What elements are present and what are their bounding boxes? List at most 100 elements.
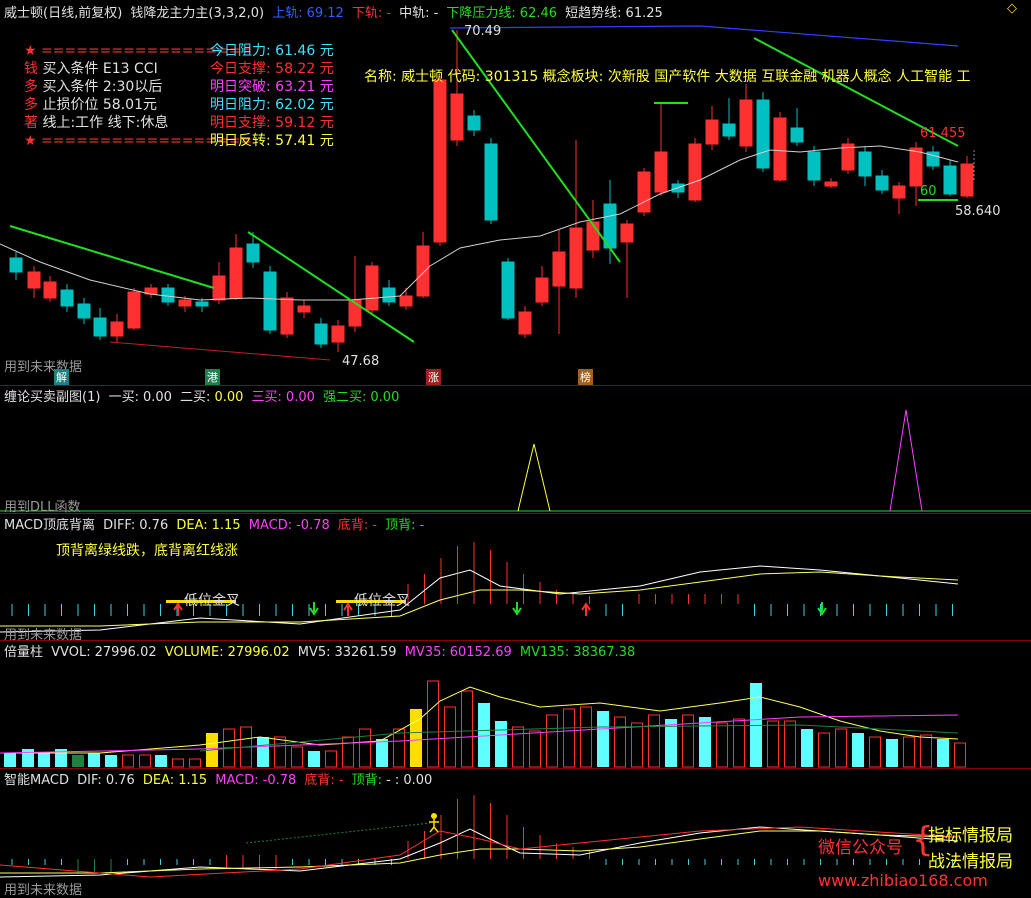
candle bbox=[620, 220, 634, 298]
candle bbox=[297, 300, 311, 318]
tomorrow-support: 明日支撑: 59.12 元 bbox=[210, 115, 334, 131]
arrow-up-icon bbox=[581, 602, 591, 616]
volume-bar bbox=[818, 732, 830, 768]
tag-gang[interactable]: 港 bbox=[205, 369, 220, 385]
candle bbox=[739, 84, 753, 152]
tag-bang[interactable]: 榜 bbox=[578, 369, 593, 385]
candle bbox=[433, 76, 447, 246]
pressure-line-3 bbox=[451, 29, 621, 263]
volume-bar bbox=[784, 720, 796, 768]
candle bbox=[416, 232, 430, 298]
candle bbox=[552, 230, 566, 334]
candle bbox=[705, 106, 719, 150]
candle bbox=[43, 276, 57, 302]
volume-bar bbox=[257, 737, 269, 767]
volume-bar bbox=[767, 720, 779, 768]
future-data-note: 用到未来数据 bbox=[4, 360, 83, 375]
candle bbox=[790, 108, 804, 146]
volume-bar bbox=[716, 722, 728, 768]
main-price-panel[interactable]: 威士顿(日线,前复权) 钱降龙主力主(3,3,2,0) 上轨: 69.12 下轨:… bbox=[0, 0, 1031, 385]
person-icon bbox=[429, 813, 439, 833]
volume-bar bbox=[122, 754, 134, 768]
volume-bar bbox=[444, 706, 456, 768]
golden-cross-label-1: 低位金叉 bbox=[184, 593, 240, 609]
chanlun-panel[interactable]: 缠论买卖副图(1) 一买: 0.00 二买: 0.00 三买: 0.00 强二买: 0.… bbox=[0, 386, 1031, 515]
candle bbox=[722, 98, 736, 140]
candle bbox=[637, 168, 651, 216]
volume-bar bbox=[546, 714, 558, 768]
golden-cross-label-2: 低位金叉 bbox=[354, 593, 410, 609]
candle bbox=[841, 138, 855, 174]
volume-bar bbox=[648, 714, 660, 768]
candle bbox=[382, 280, 396, 306]
volume-bar bbox=[495, 721, 507, 767]
candle bbox=[467, 110, 481, 136]
macd-divergence-panel[interactable]: MACD顶底背离 DIFF: 0.76 DEA: 1.15 MACD: -0.78 底… bbox=[0, 514, 1031, 643]
candle bbox=[654, 104, 668, 196]
price-label-60: 60 bbox=[920, 184, 937, 199]
watermark-wechat: 微信公众号 bbox=[818, 838, 903, 858]
candle bbox=[27, 266, 41, 298]
volume-bar bbox=[920, 734, 932, 768]
volume-bar bbox=[699, 717, 711, 767]
volume-bar bbox=[478, 703, 490, 767]
volume-bar bbox=[563, 708, 575, 768]
volume-bar bbox=[852, 733, 864, 767]
dea-line bbox=[0, 830, 959, 874]
arrow-up-icon bbox=[343, 602, 353, 616]
tag-jie[interactable]: 解 bbox=[54, 369, 69, 385]
volume-bar bbox=[359, 728, 371, 768]
arrow-down-icon bbox=[309, 602, 319, 616]
info-right-block: 今日阻力: 61.46 元 今日支撑: 58.22 元 明日突破: 63.21 … bbox=[210, 42, 334, 150]
price-label-61455: 61.455 bbox=[920, 126, 966, 141]
volume-bar bbox=[410, 709, 422, 767]
dif-line bbox=[0, 826, 959, 878]
candle bbox=[348, 256, 362, 332]
candle bbox=[875, 170, 889, 194]
buy-signal-yellow bbox=[517, 443, 551, 512]
watermark-url: www.zhibiao168.com bbox=[818, 871, 988, 890]
high-price-label: 70.49 bbox=[464, 24, 502, 39]
volume-bar bbox=[512, 726, 524, 768]
candle bbox=[212, 262, 226, 304]
candle bbox=[331, 320, 345, 352]
volume-bar bbox=[393, 728, 405, 768]
candle bbox=[773, 112, 787, 182]
chanlun-chart bbox=[0, 409, 1031, 512]
low-price-label: 47.68 bbox=[342, 354, 380, 369]
volume-bar bbox=[88, 753, 100, 767]
support-line bbox=[109, 341, 331, 361]
candle bbox=[484, 138, 498, 224]
candle bbox=[943, 160, 957, 196]
dea-line bbox=[0, 571, 959, 627]
volume-bar bbox=[427, 680, 439, 768]
pressure-line-1 bbox=[9, 225, 215, 289]
volume-bar bbox=[801, 729, 813, 767]
candle bbox=[263, 266, 277, 334]
smart-macd-panel[interactable]: 智能MACD DIF: 0.76 DEA: 1.15 MACD: -0.78 底背: -… bbox=[0, 769, 1031, 898]
volume-bar bbox=[869, 736, 881, 768]
volume-chart bbox=[0, 680, 966, 768]
tag-zhang[interactable]: 涨 bbox=[426, 369, 441, 385]
volume-bar bbox=[105, 755, 117, 767]
candle bbox=[9, 252, 23, 280]
volume-bar bbox=[38, 753, 50, 767]
volume-bar bbox=[597, 711, 609, 767]
arrow-down-icon bbox=[512, 602, 522, 616]
volume-bar bbox=[733, 718, 745, 768]
candle bbox=[603, 180, 617, 264]
volume-bar bbox=[22, 749, 34, 767]
tomorrow-reversal: 明日反转: 57.41 元 bbox=[210, 133, 334, 149]
volume-bar bbox=[139, 754, 151, 768]
candle bbox=[77, 298, 91, 324]
candle bbox=[365, 262, 379, 314]
candle bbox=[144, 284, 158, 298]
candle bbox=[110, 314, 124, 342]
today-resistance: 今日阻力: 61.46 元 bbox=[210, 43, 334, 59]
volume-bar bbox=[529, 730, 541, 768]
candle bbox=[892, 182, 906, 214]
candle bbox=[518, 306, 532, 338]
volume-panel[interactable]: 倍量柱 VVOL: 27996.02 VOLUME: 27996.02 MV5: 33… bbox=[0, 641, 1031, 768]
volume-bar bbox=[376, 739, 388, 767]
candle bbox=[161, 284, 175, 306]
